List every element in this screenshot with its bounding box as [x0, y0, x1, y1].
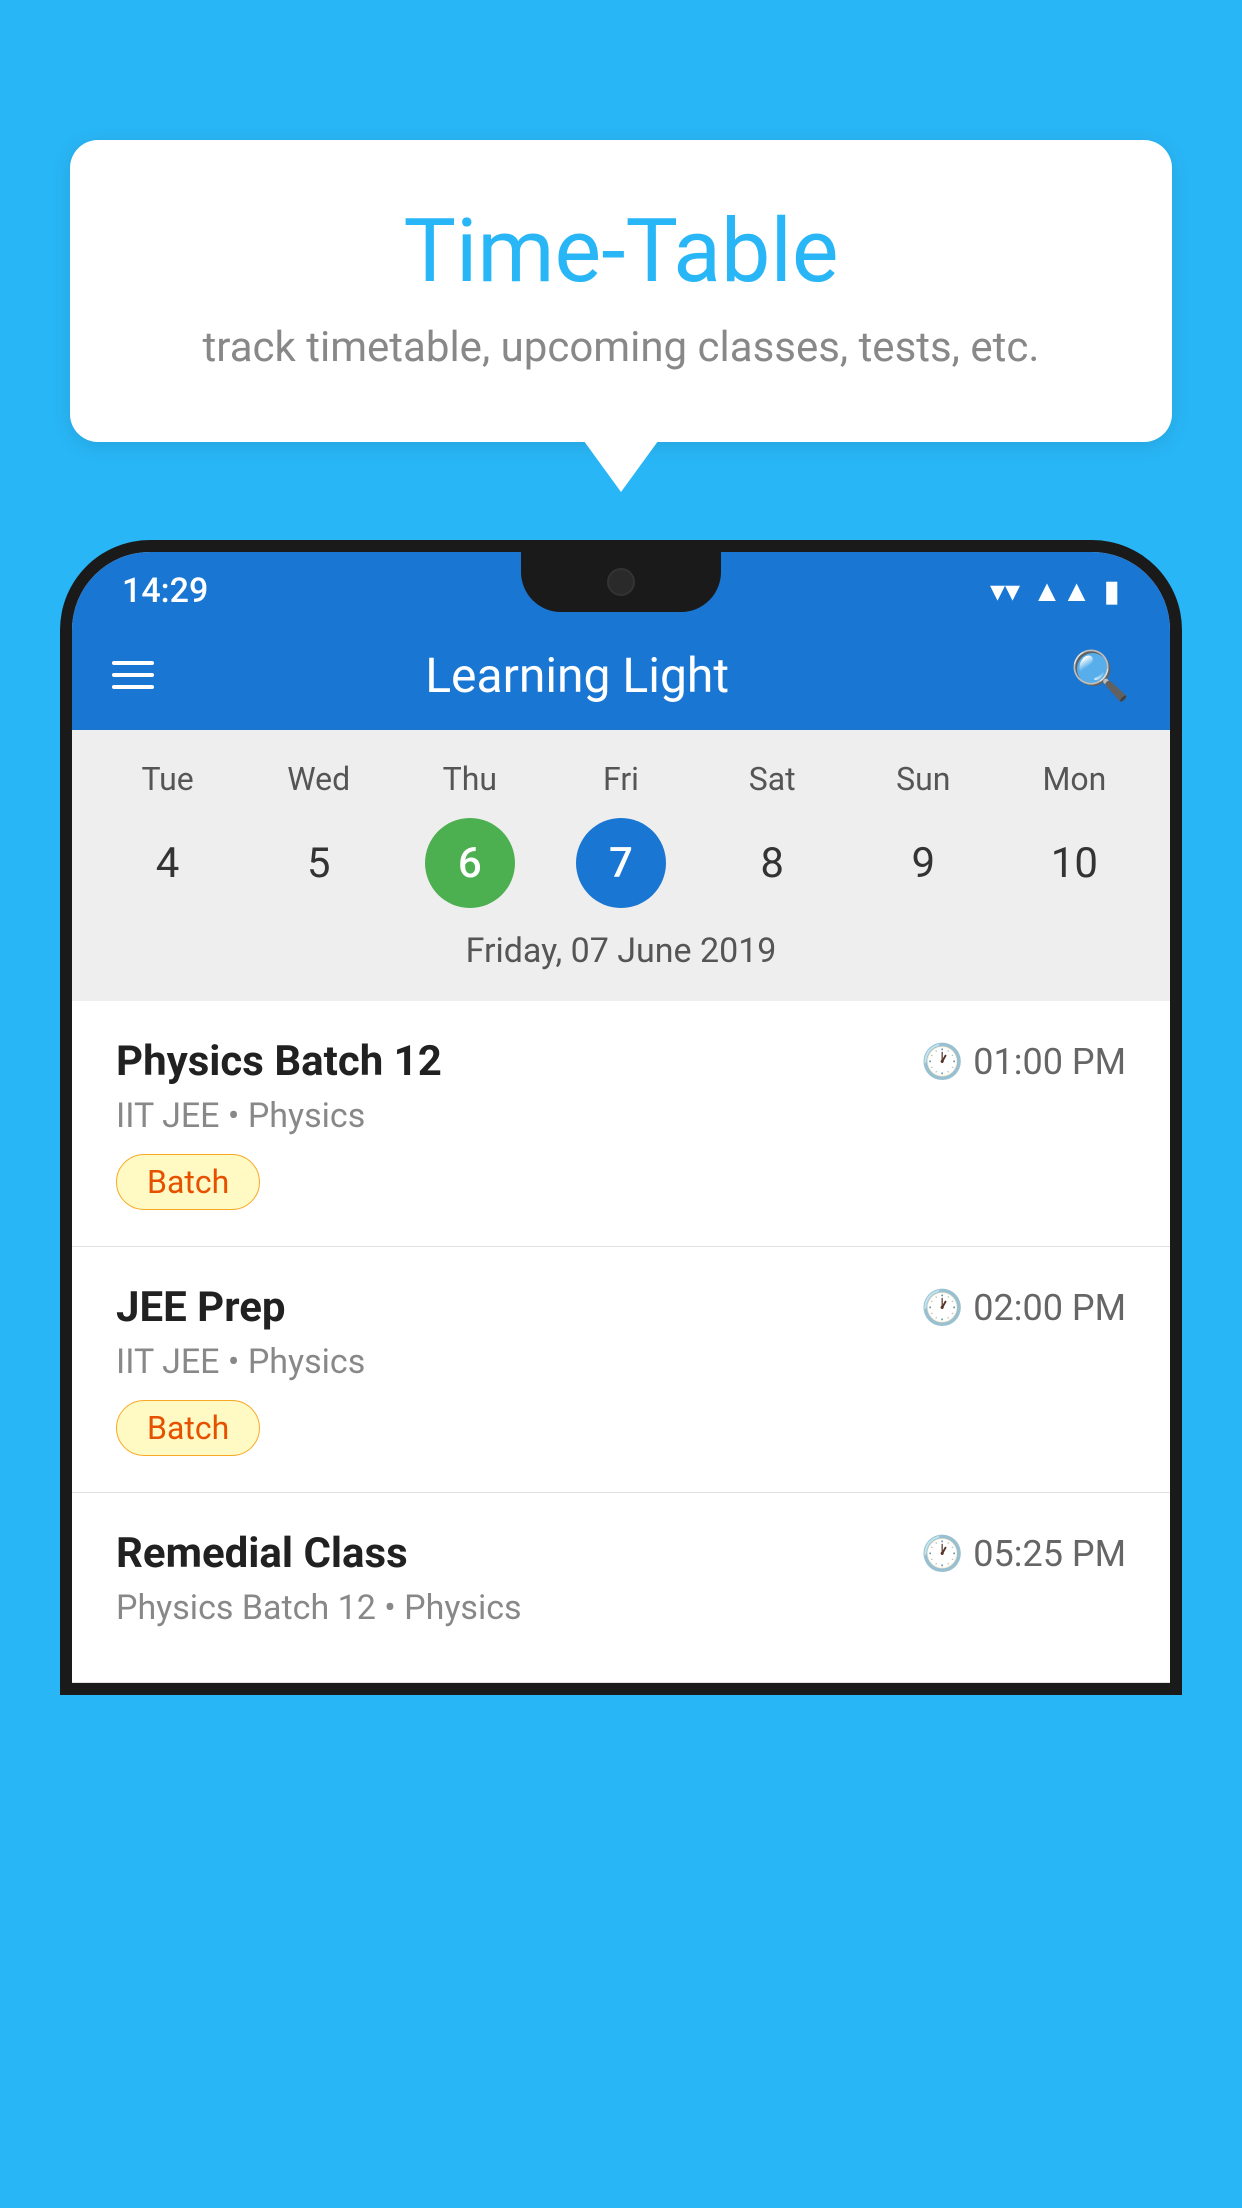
schedule-item-header-2: JEE Prep 🕐 02:00 PM: [116, 1283, 1126, 1332]
wifi-icon: ▾▾: [990, 574, 1020, 609]
phone-notch: [521, 552, 721, 612]
schedule-item-header-1: Physics Batch 12 🕐 01:00 PM: [116, 1037, 1126, 1086]
schedule-list: Physics Batch 12 🕐 01:00 PM IIT JEE • Ph…: [72, 1001, 1170, 1683]
day-label-mon: Mon: [1024, 760, 1124, 798]
schedule-item-time-2: 🕐 02:00 PM: [921, 1287, 1126, 1329]
signal-icon: ▲▲: [1032, 574, 1091, 609]
day-num-9[interactable]: 9: [878, 818, 968, 908]
schedule-item-subtitle-1: IIT JEE • Physics: [116, 1096, 1126, 1136]
batch-badge-2: Batch: [116, 1400, 260, 1456]
clock-icon-2: 🕐: [921, 1288, 963, 1328]
schedule-item-title-3: Remedial Class: [116, 1529, 408, 1578]
app-bar: Learning Light 🔍: [72, 620, 1170, 730]
schedule-item-header-3: Remedial Class 🕐 05:25 PM: [116, 1529, 1126, 1578]
day-label-sat: Sat: [722, 760, 822, 798]
tooltip-subtitle: track timetable, upcoming classes, tests…: [150, 323, 1092, 372]
schedule-item-3[interactable]: Remedial Class 🕐 05:25 PM Physics Batch …: [72, 1493, 1170, 1683]
batch-badge-1: Batch: [116, 1154, 260, 1210]
schedule-item-time-3: 🕐 05:25 PM: [921, 1533, 1126, 1575]
phone-wrapper: 14:29 ▾▾ ▲▲ ▮ Learning Light 🔍: [60, 540, 1182, 2208]
day-numbers: 4 5 6 7 8 9 10: [72, 808, 1170, 923]
day-num-6[interactable]: 6: [425, 818, 515, 908]
day-label-sun: Sun: [873, 760, 973, 798]
schedule-item-subtitle-2: IIT JEE • Physics: [116, 1342, 1126, 1382]
day-num-8[interactable]: 8: [727, 818, 817, 908]
schedule-item-title-1: Physics Batch 12: [116, 1037, 442, 1086]
schedule-item-title-2: JEE Prep: [116, 1283, 286, 1332]
schedule-item-2[interactable]: JEE Prep 🕐 02:00 PM IIT JEE • Physics Ba…: [72, 1247, 1170, 1493]
day-label-wed: Wed: [269, 760, 369, 798]
phone-screen: 14:29 ▾▾ ▲▲ ▮ Learning Light 🔍: [72, 552, 1170, 1683]
day-num-10[interactable]: 10: [1029, 818, 1119, 908]
day-num-5[interactable]: 5: [274, 818, 364, 908]
day-labels: Tue Wed Thu Fri Sat Sun Mon: [72, 750, 1170, 808]
status-icons: ▾▾ ▲▲ ▮: [990, 574, 1120, 609]
day-label-thu: Thu: [420, 760, 520, 798]
tooltip-title: Time-Table: [150, 200, 1092, 303]
calendar-section: Tue Wed Thu Fri Sat Sun Mon 4 5 6 7 8 9 …: [72, 730, 1170, 1001]
tooltip-card: Time-Table track timetable, upcoming cla…: [70, 140, 1172, 442]
schedule-item-subtitle-3: Physics Batch 12 • Physics: [116, 1588, 1126, 1628]
day-label-tue: Tue: [118, 760, 218, 798]
clock-icon-3: 🕐: [921, 1534, 963, 1574]
clock-icon-1: 🕐: [921, 1042, 963, 1082]
day-label-fri: Fri: [571, 760, 671, 798]
day-num-4[interactable]: 4: [123, 818, 213, 908]
schedule-item-time-1: 🕐 01:00 PM: [921, 1041, 1126, 1083]
phone-camera: [607, 568, 635, 596]
battery-icon: ▮: [1103, 574, 1120, 609]
phone-outer: 14:29 ▾▾ ▲▲ ▮ Learning Light 🔍: [60, 540, 1182, 1695]
status-time: 14:29: [122, 571, 208, 611]
schedule-item-1[interactable]: Physics Batch 12 🕐 01:00 PM IIT JEE • Ph…: [72, 1001, 1170, 1247]
search-icon[interactable]: 🔍: [1070, 647, 1130, 704]
day-num-7[interactable]: 7: [576, 818, 666, 908]
selected-date-label: Friday, 07 June 2019: [72, 923, 1170, 991]
app-title: Learning Light: [114, 647, 1040, 704]
